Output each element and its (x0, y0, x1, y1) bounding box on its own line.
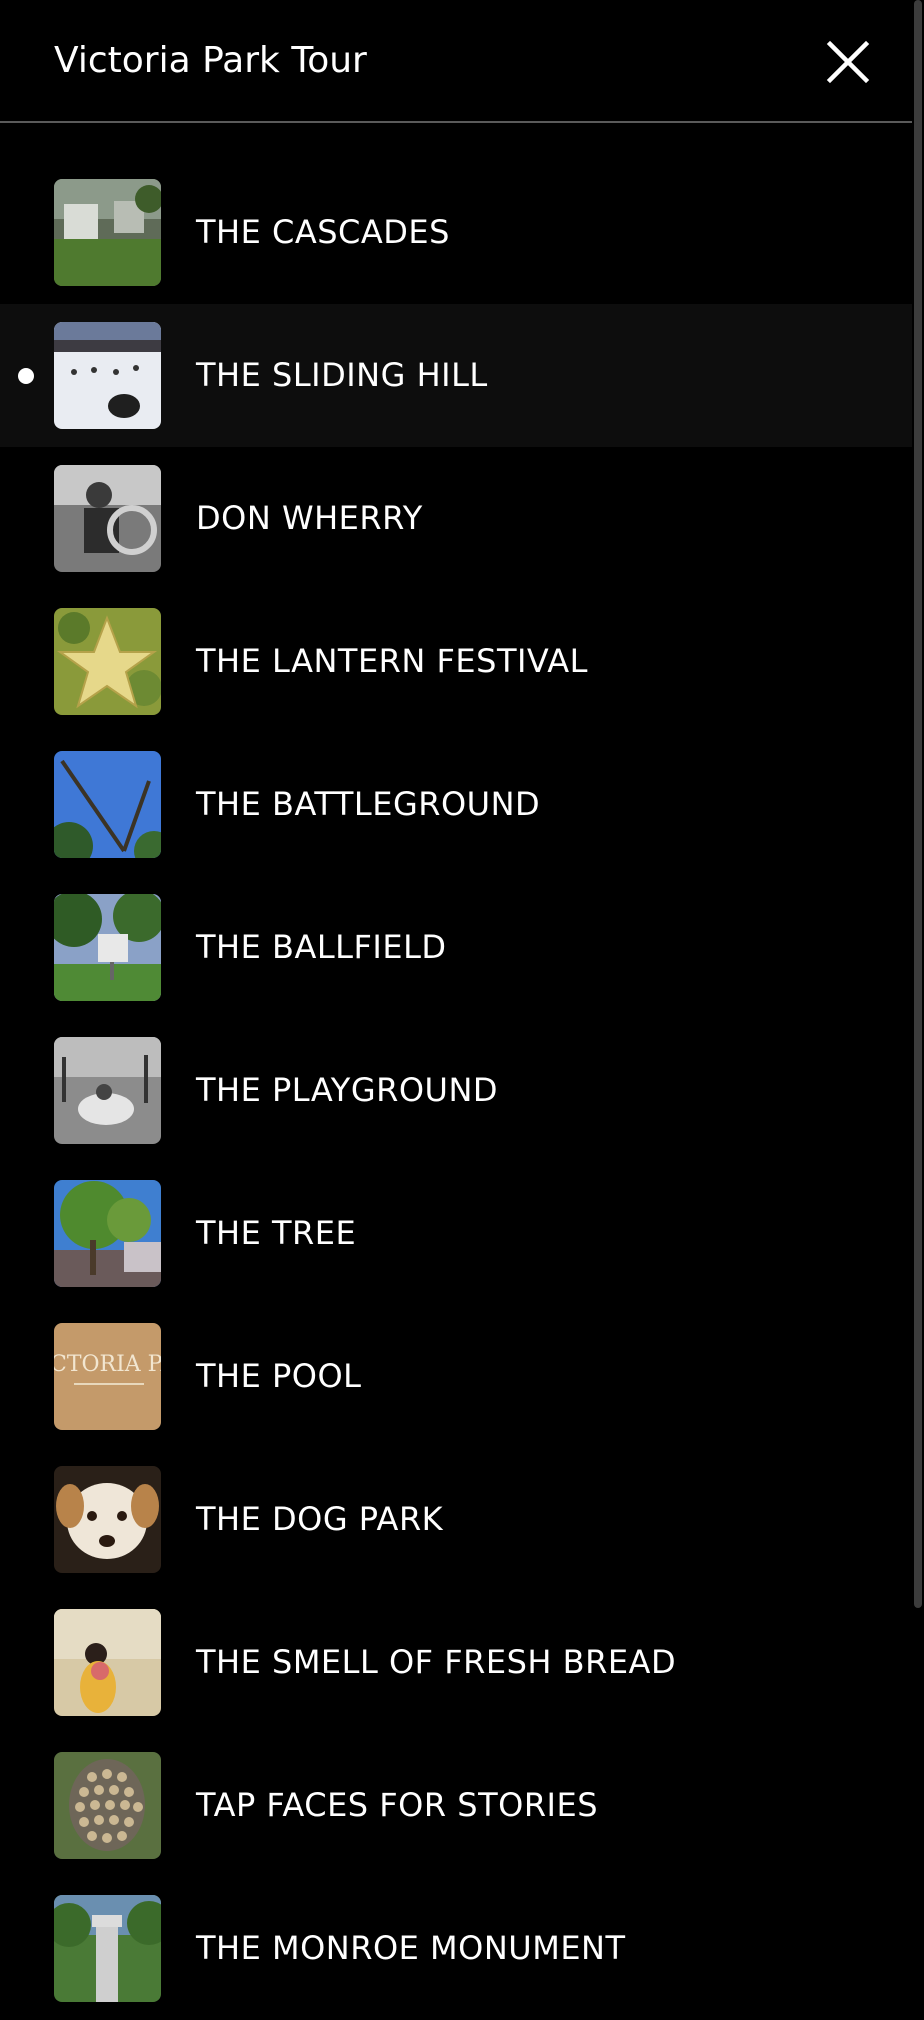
stop-label: THE BALLFIELD (196, 928, 447, 966)
list-item[interactable]: CTORIA PA THE POOL (0, 1305, 912, 1448)
list-item[interactable]: THE TREE (0, 1162, 912, 1305)
list-item[interactable]: THE LANTERN FESTIVAL (0, 590, 912, 733)
ballfield-thumbnail (54, 894, 161, 1001)
svg-text:CTORIA PA: CTORIA PA (54, 1352, 161, 1377)
list-item[interactable]: TAP FACES FOR STORIES (0, 1734, 912, 1877)
close-button[interactable] (822, 36, 874, 88)
list-item[interactable]: THE BALLFIELD (0, 876, 912, 1019)
pool-sign-thumbnail: CTORIA PA (54, 1323, 161, 1430)
stop-label: THE SMELL OF FRESH BREAD (196, 1643, 677, 1681)
current-stop-indicator (18, 368, 34, 384)
stop-label: THE PLAYGROUND (196, 1071, 499, 1109)
stop-label: THE DOG PARK (196, 1500, 444, 1538)
stop-label: THE CASCADES (196, 213, 450, 251)
stop-label: THE TREE (196, 1214, 357, 1252)
list-item[interactable]: THE DOG PARK (0, 1448, 912, 1591)
battleground-thumbnail (54, 751, 161, 858)
scrollbar[interactable] (912, 0, 924, 2000)
playground-thumbnail (54, 1037, 161, 1144)
stop-label: THE BATTLEGROUND (196, 785, 541, 823)
scrollbar-thumb[interactable] (914, 0, 922, 1608)
page-title: Victoria Park Tour (54, 40, 367, 81)
stop-label: THE SLIDING HILL (196, 356, 488, 394)
header-bar: Victoria Park Tour (0, 0, 924, 123)
stop-label: THE MONROE MONUMENT (196, 1929, 626, 1967)
list-item[interactable]: DON WHERRY (0, 447, 912, 590)
stop-label: THE POOL (196, 1357, 362, 1395)
sliding-hill-thumbnail (54, 322, 161, 429)
list-item[interactable]: THE SMELL OF FRESH BREAD (0, 1591, 912, 1734)
lantern-festival-thumbnail (54, 608, 161, 715)
dog-thumbnail (54, 1466, 161, 1573)
monroe-monument-thumbnail (54, 1895, 161, 2002)
fresh-bread-thumbnail (54, 1609, 161, 1716)
cascades-thumbnail (54, 179, 161, 286)
don-wherry-thumbnail (54, 465, 161, 572)
list-item[interactable]: THE PLAYGROUND (0, 1019, 912, 1162)
tree-thumbnail (54, 1180, 161, 1287)
list-item[interactable]: THE CASCADES (0, 161, 912, 304)
close-icon (826, 40, 870, 84)
list-item[interactable]: THE MONROE MONUMENT (0, 1877, 912, 2020)
stop-label: THE LANTERN FESTIVAL (196, 642, 588, 680)
stop-label: DON WHERRY (196, 499, 423, 537)
list-item-active[interactable]: THE SLIDING HILL (0, 304, 912, 447)
faces-mosaic-thumbnail (54, 1752, 161, 1859)
list-item[interactable]: THE BATTLEGROUND (0, 733, 912, 876)
stop-label: TAP FACES FOR STORIES (196, 1786, 599, 1824)
tour-stop-list: THE CASCADES THE SLIDING HILL DON WHERRY… (0, 161, 912, 2020)
